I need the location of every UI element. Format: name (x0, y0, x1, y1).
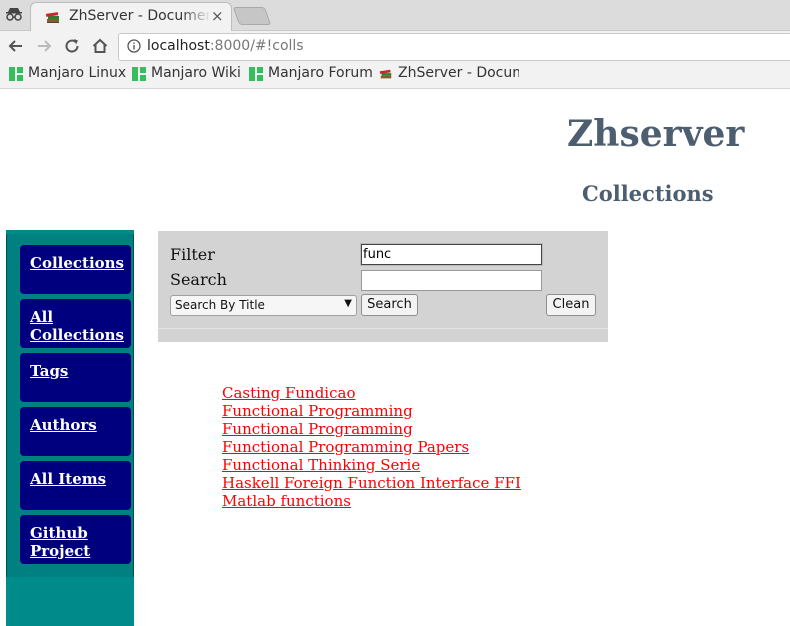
forward-arrow-icon[interactable] (35, 37, 53, 55)
collection-link[interactable]: Haskell Foreign Function Interface FFI (222, 474, 521, 492)
list-item: Haskell Foreign Function Interface FFI (222, 473, 521, 492)
sidebar-item-label: Github (30, 524, 88, 542)
sidebar-item-all-items[interactable]: All Items (20, 461, 131, 510)
site-title: Zhserver (567, 113, 745, 155)
collection-results-list: Casting Fundicao Functional Programming … (222, 383, 521, 510)
dropdown-arrow-icon: ▼ (344, 298, 352, 309)
browser-toolbar: localhost:8000/#!colls (0, 31, 790, 61)
sidebar-item-label: Authors (30, 416, 97, 434)
url-text: localhost:8000/#!colls (147, 38, 304, 54)
collection-link[interactable]: Casting Fundicao (222, 384, 355, 402)
search-mode-select[interactable]: Search By Title ▼ (170, 295, 357, 316)
list-item: Functional Programming (222, 419, 521, 438)
sidebar-item-label-line2: Project (30, 542, 91, 560)
url-host: localhost (147, 38, 210, 54)
books-icon (45, 12, 59, 23)
sidebar-item-authors[interactable]: Authors (20, 407, 131, 456)
collection-link[interactable]: Functional Programming (222, 420, 413, 438)
filter-panel: Filter Search Search By Title ▼ Search C… (158, 231, 608, 342)
search-mode-value: Search By Title (175, 298, 265, 312)
bookmarks-bar: Manjaro Linux Manjaro Wiki Manjaro Forum… (0, 61, 790, 89)
list-item: Functional Thinking Serie (222, 455, 521, 474)
bookmark-label: ZhServer - Docum (398, 65, 519, 81)
tab-strip: ZhServer - Documen × (0, 0, 790, 31)
sidebar-item-label: All (30, 308, 54, 326)
bookmark-label: Manjaro Forum (268, 65, 373, 81)
sidebar: Collections All Collections Tags Authors… (6, 230, 134, 626)
home-icon[interactable] (91, 37, 109, 55)
search-button[interactable]: Search (361, 294, 418, 316)
close-tab-icon[interactable]: × (211, 7, 224, 25)
search-input[interactable] (361, 270, 542, 291)
filter-divider (158, 328, 608, 329)
sidebar-item-label: Tags (30, 362, 69, 380)
sidebar-item-tags[interactable]: Tags (20, 353, 131, 402)
collection-link[interactable]: Functional Programming Papers (222, 438, 469, 456)
sidebar-item-label-line2: Collections (30, 326, 124, 344)
bookmark-label: Manjaro Wiki (151, 65, 241, 81)
collection-link[interactable]: Functional Thinking Serie (222, 456, 420, 474)
address-bar[interactable]: localhost:8000/#!colls (118, 33, 790, 61)
incognito-icon (6, 8, 22, 21)
info-icon[interactable] (127, 39, 141, 53)
bookmark-zhserver[interactable]: ZhServer - Docum (379, 65, 519, 85)
books-icon (379, 69, 392, 79)
tab-title-fade (181, 3, 211, 31)
clean-button[interactable]: Clean (546, 294, 596, 316)
list-item: Functional Programming (222, 401, 521, 420)
reload-icon[interactable] (63, 37, 81, 55)
list-item: Matlab functions (222, 491, 521, 510)
sidebar-item-label: All Items (30, 470, 107, 488)
sidebar-item-collections[interactable]: Collections (20, 245, 131, 294)
sidebar-item-github-project[interactable]: Github Project (20, 515, 131, 564)
bookmark-manjaro-forum[interactable]: Manjaro Forum (249, 65, 373, 85)
browser-tab-active[interactable]: ZhServer - Documen × (30, 2, 232, 31)
sidebar-item-all-collections[interactable]: All Collections (20, 299, 131, 348)
manjaro-icon (132, 67, 146, 81)
new-tab-button[interactable] (232, 7, 272, 25)
bookmark-label: Manjaro Linux (28, 65, 127, 81)
url-path: :8000/#!colls (209, 38, 304, 54)
filter-input[interactable] (361, 244, 542, 265)
sidebar-item-label: Collections (30, 254, 124, 272)
collection-link[interactable]: Matlab functions (222, 492, 351, 510)
bookmark-manjaro-linux[interactable]: Manjaro Linux (9, 65, 127, 85)
filter-label: Filter (170, 245, 215, 264)
list-item: Functional Programming Papers (222, 437, 521, 456)
sidebar-panel: Collections All Collections Tags Authors… (6, 234, 134, 577)
back-arrow-icon[interactable] (7, 37, 25, 55)
page-heading: Collections (582, 181, 714, 206)
bookmark-manjaro-wiki[interactable]: Manjaro Wiki (132, 65, 241, 85)
list-item: Casting Fundicao (222, 383, 521, 402)
manjaro-icon (9, 67, 23, 81)
manjaro-icon (249, 67, 263, 81)
collection-link[interactable]: Functional Programming (222, 402, 413, 420)
search-label: Search (170, 270, 227, 289)
